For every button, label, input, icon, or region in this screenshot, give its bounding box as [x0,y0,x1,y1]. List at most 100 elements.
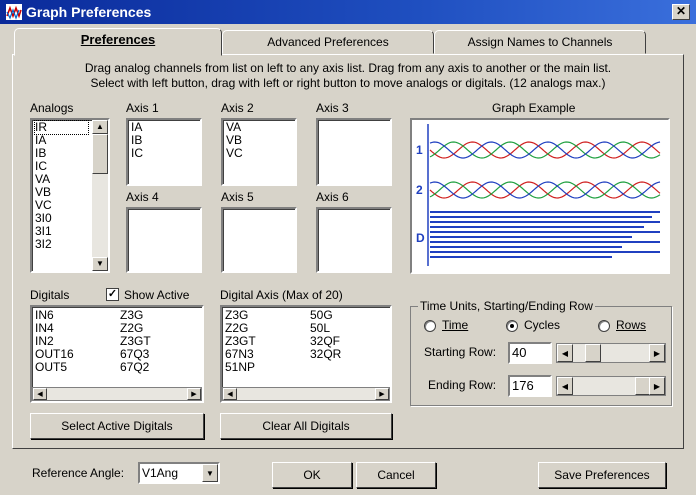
analogs-label: Analogs [30,101,74,115]
tab-assign-names[interactable]: Assign Names to Channels [434,30,646,54]
axis-3-list[interactable] [316,118,392,186]
ending-row-input[interactable]: 176 [508,375,552,397]
radio-cycles-text: Cycles [524,318,561,332]
radio-rows-text: Rows [616,318,647,332]
graph-axis-label-1: 1 [416,143,423,157]
analogs-scrollbar[interactable]: ▲ ▼ [92,120,108,271]
radio-cycles[interactable] [506,320,518,332]
scroll-up-button[interactable]: ▲ [92,120,108,134]
axis-4-label: Axis 4 [126,190,159,204]
scroll-down-button[interactable]: ▼ [92,257,108,271]
arrow-right-icon: ▶ [379,391,385,398]
show-active-text: Show Active [124,288,190,302]
instructions-line-2: Select with left button, drag with left … [90,76,606,90]
axis-2-label: Axis 2 [221,101,254,115]
digital-axis-col-2: 50G 50L 32QF 32QR [310,309,341,361]
arrow-left-icon: ◀ [37,391,43,398]
axis-1-label: Axis 1 [126,101,159,115]
axis-2-list[interactable]: VA VB VC [221,118,297,186]
tab-preferences[interactable]: Preferences [14,28,222,56]
digital-axis-label: Digital Axis (Max of 20) [220,288,343,302]
tab-advanced-preferences-label: Advanced Preferences [267,35,389,49]
close-button[interactable]: ✕ [672,4,690,20]
reference-angle-value: V1Ang [142,466,179,480]
graph-example-canvas: 1 2 D [416,124,661,266]
graph-app-icon [6,4,22,20]
axis-5-list[interactable] [221,207,297,273]
axis-1-list[interactable]: IA IB IC [126,118,202,186]
dropdown-button[interactable]: ▼ [202,464,218,482]
scroll-left-button[interactable]: ◀ [557,344,573,362]
arrow-left-icon: ◀ [561,349,569,358]
scroll-thumb[interactable] [92,134,108,174]
clear-all-digitals-button[interactable]: Clear All Digitals [220,413,392,439]
chevron-down-icon: ▼ [206,469,214,478]
save-preferences-label: Save Preferences [554,468,650,482]
arrow-right-icon: ▶ [191,391,197,398]
axis-6-label: Axis 6 [316,190,349,204]
digitals-col-2: Z3G Z2G Z3GT 67Q3 67Q2 [120,309,151,374]
axis-4-list[interactable] [126,207,202,273]
reference-angle-label: Reference Angle: [32,466,125,480]
scroll-right-button[interactable]: ▶ [375,388,389,400]
graph-axis-label-2: 2 [416,183,423,197]
cancel-label: Cancel [377,468,415,482]
ending-row-slider[interactable]: ◀ ▶ [556,376,666,396]
show-active-checkbox[interactable]: ✓ [106,288,119,301]
radio-time-text: Time [442,318,469,332]
select-active-digitals-button[interactable]: Select Active Digitals [30,413,204,439]
cancel-button[interactable]: Cancel [356,462,436,488]
list-item[interactable]: 32QR [310,348,341,361]
title-bar[interactable]: Graph Preferences ✕ [0,0,696,24]
digitals-col-1: IN6 IN4 IN2 OUT16 OUT5 [35,309,74,374]
time-units-group-label: Time Units, Starting/Ending Row [418,299,595,313]
digital-traces [430,211,660,258]
starting-row-label: Starting Row: [424,345,497,359]
starting-row-input[interactable]: 40 [508,342,552,364]
arrow-down-icon: ▼ [96,259,104,268]
scroll-right-button[interactable]: ▶ [649,344,665,362]
starting-row-slider[interactable]: ◀ ▶ [556,343,666,363]
tab-assign-names-label: Assign Names to Channels [467,35,613,49]
instructions: Drag analog channels from list on left t… [20,61,676,91]
radio-time-label: Time [442,318,468,332]
digital-axis-hscroll[interactable]: ◀ ▶ [222,387,390,401]
scroll-right-button[interactable]: ▶ [649,377,665,395]
scroll-left-button[interactable]: ◀ [33,388,47,400]
checkmark-icon: ✓ [107,288,118,300]
axis-5-label: Axis 5 [221,190,254,204]
scroll-right-button[interactable]: ▶ [187,388,201,400]
tab-preferences-label: Preferences [80,32,156,47]
axis-2-waveforms [429,181,661,199]
ok-label: OK [303,468,321,482]
arrow-up-icon: ▲ [96,122,104,131]
list-item[interactable]: 51NP [225,361,256,374]
tab-advanced-preferences[interactable]: Advanced Preferences [222,30,434,54]
digitals-label: Digitals [30,288,70,302]
axis-6-list[interactable] [316,207,392,273]
scroll-left-button[interactable]: ◀ [223,388,237,400]
reference-angle-select[interactable]: V1Ang ▼ [138,462,220,484]
ending-row-label: Ending Row: [428,378,497,392]
save-preferences-button[interactable]: Save Preferences [538,462,666,488]
list-item[interactable]: IC [131,147,197,160]
ok-button[interactable]: OK [272,462,352,488]
graph-example: 1 2 D [410,118,670,274]
list-item[interactable]: 67Q2 [120,361,151,374]
graph-axis-label-d: D [416,231,425,245]
list-item[interactable]: OUT5 [35,361,74,374]
show-active-label: Show Active [124,288,189,302]
window-title: Graph Preferences [26,4,152,20]
radio-time[interactable] [424,320,436,332]
radio-cycles-label: Cycles [524,318,560,332]
axis-3-label: Axis 3 [316,101,349,115]
radio-rows[interactable] [598,320,610,332]
slider-thumb[interactable] [585,344,601,362]
list-item[interactable]: 3I2 [35,238,88,251]
scroll-left-button[interactable]: ◀ [557,377,573,395]
digitals-hscroll[interactable]: ◀ ▶ [32,387,202,401]
arrow-right-icon: ▶ [653,349,661,358]
list-item[interactable]: VC [226,147,292,160]
digital-axis-col-1: Z3G Z2G Z3GT 67N3 51NP [225,309,256,374]
close-icon: ✕ [675,4,687,18]
